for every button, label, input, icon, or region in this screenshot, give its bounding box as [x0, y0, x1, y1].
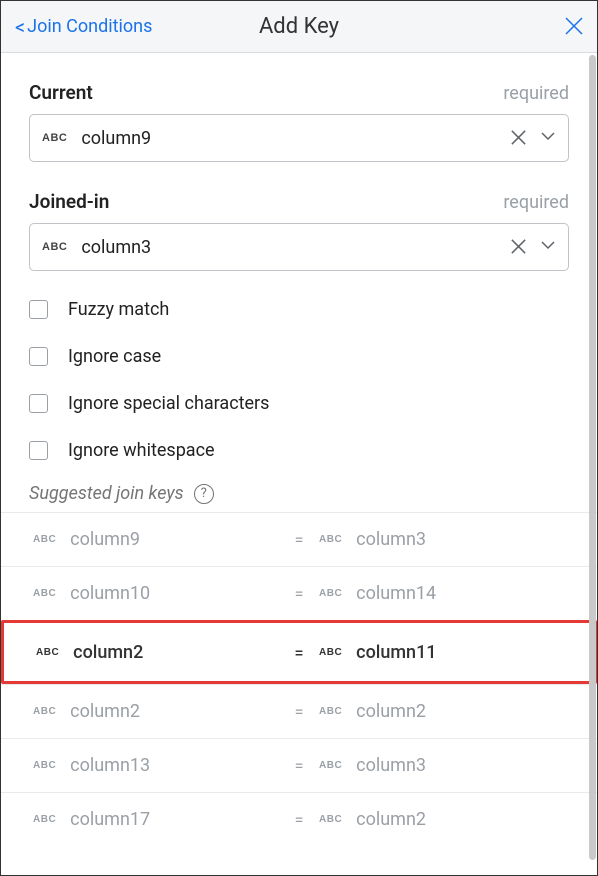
- scroll-area[interactable]: Current required ABC column9 Joined-in r…: [1, 53, 597, 875]
- abc-type-icon: ABC: [319, 588, 342, 599]
- checkbox-icon: [29, 347, 48, 366]
- suggestion-right: ABC column3: [319, 755, 565, 776]
- suggested-label: Suggested join keys: [29, 483, 184, 504]
- equals-icon: =: [279, 530, 319, 549]
- current-field-header: Current required: [29, 81, 569, 104]
- back-link[interactable]: < Join Conditions: [15, 16, 152, 37]
- joined-required: required: [503, 192, 569, 213]
- joined-select[interactable]: ABC column3: [29, 223, 569, 271]
- abc-type-icon: ABC: [319, 706, 342, 717]
- ignore-whitespace-label: Ignore whitespace: [68, 440, 215, 461]
- suggestion-right: ABC column2: [319, 809, 565, 830]
- scrollbar-thumb[interactable]: [589, 55, 596, 860]
- joined-value: column3: [81, 237, 511, 258]
- clear-current-button[interactable]: [511, 126, 526, 150]
- suggestion-right-column: column2: [356, 809, 426, 830]
- ignore-special-label: Ignore special characters: [68, 393, 269, 414]
- fuzzy-match-checkbox[interactable]: Fuzzy match: [29, 299, 569, 320]
- current-label: Current: [29, 81, 93, 104]
- checkbox-icon: [29, 441, 48, 460]
- suggestion-right-column: column3: [356, 529, 426, 550]
- suggestion-right-column: column11: [356, 642, 436, 663]
- abc-type-icon: ABC: [33, 534, 56, 545]
- suggestion-left: ABC column2: [36, 642, 279, 663]
- suggestion-row[interactable]: ABCcolumn13=ABCcolumn3: [1, 738, 597, 792]
- suggestion-left: ABC column17: [33, 809, 279, 830]
- suggestion-right-column: column14: [356, 583, 436, 604]
- abc-type-icon: ABC: [319, 814, 342, 825]
- suggestion-left-column: column2: [70, 701, 140, 722]
- fuzzy-match-label: Fuzzy match: [68, 299, 169, 320]
- abc-type-icon: ABC: [42, 241, 67, 253]
- equals-icon: =: [279, 584, 319, 603]
- dialog-title: Add Key: [259, 14, 339, 39]
- ignore-case-checkbox[interactable]: Ignore case: [29, 346, 569, 367]
- suggestion-list: ABCcolumn9=ABCcolumn3ABCcolumn10=ABCcolu…: [1, 512, 597, 846]
- abc-type-icon: ABC: [33, 760, 56, 771]
- form-content: Current required ABC column9 Joined-in r…: [1, 53, 597, 856]
- suggestion-left: ABC column10: [33, 583, 279, 604]
- current-value: column9: [81, 128, 511, 149]
- checkbox-icon: [29, 394, 48, 413]
- equals-icon: =: [279, 810, 319, 829]
- suggestion-left-column: column13: [70, 755, 150, 776]
- ignore-whitespace-checkbox[interactable]: Ignore whitespace: [29, 440, 569, 461]
- suggestion-right: ABC column11: [319, 642, 562, 663]
- suggestion-left-column: column9: [70, 529, 140, 550]
- suggested-header: Suggested join keys ?: [29, 483, 569, 504]
- suggestion-left: ABC column9: [33, 529, 279, 550]
- suggestion-left-column: column17: [70, 809, 150, 830]
- abc-type-icon: ABC: [319, 760, 342, 771]
- suggestion-left: ABC column13: [33, 755, 279, 776]
- dialog-header: < Join Conditions Add Key: [1, 1, 597, 53]
- abc-type-icon: ABC: [33, 588, 56, 599]
- chevron-left-icon: <: [15, 17, 25, 37]
- checkbox-icon: [29, 300, 48, 319]
- abc-type-icon: ABC: [319, 534, 342, 545]
- abc-type-icon: ABC: [319, 647, 342, 658]
- abc-type-icon: ABC: [42, 132, 67, 144]
- chevron-down-icon[interactable]: [540, 128, 556, 148]
- equals-icon: =: [279, 702, 319, 721]
- suggestion-right-column: column2: [356, 701, 426, 722]
- suggestion-row[interactable]: ABCcolumn9=ABCcolumn3: [1, 512, 597, 566]
- current-select[interactable]: ABC column9: [29, 114, 569, 162]
- abc-type-icon: ABC: [33, 706, 56, 717]
- suggestion-left-column: column2: [73, 642, 143, 663]
- suggestion-left: ABC column2: [33, 701, 279, 722]
- equals-icon: =: [279, 756, 319, 775]
- suggestion-right: ABC column2: [319, 701, 565, 722]
- current-required: required: [503, 83, 569, 104]
- suggestion-row[interactable]: ABCcolumn2=ABCcolumn11: [1, 620, 597, 684]
- back-link-label: Join Conditions: [27, 16, 152, 37]
- ignore-case-label: Ignore case: [68, 346, 161, 367]
- close-icon: [565, 17, 583, 35]
- suggestion-right: ABC column14: [319, 583, 565, 604]
- chevron-down-icon[interactable]: [540, 237, 556, 257]
- suggestion-row[interactable]: ABCcolumn10=ABCcolumn14: [1, 566, 597, 620]
- suggestion-row[interactable]: ABCcolumn2=ABCcolumn2: [1, 684, 597, 738]
- ignore-special-checkbox[interactable]: Ignore special characters: [29, 393, 569, 414]
- clear-joined-button[interactable]: [511, 235, 526, 259]
- suggestion-left-column: column10: [70, 583, 150, 604]
- close-button[interactable]: [565, 13, 583, 41]
- joined-label: Joined-in: [29, 190, 109, 213]
- joined-field-header: Joined-in required: [29, 190, 569, 213]
- close-icon: [511, 239, 526, 254]
- abc-type-icon: ABC: [36, 647, 59, 658]
- close-icon: [511, 130, 526, 145]
- abc-type-icon: ABC: [33, 814, 56, 825]
- suggestion-right: ABC column3: [319, 529, 565, 550]
- suggestion-right-column: column3: [356, 755, 426, 776]
- equals-icon: =: [279, 643, 319, 662]
- suggestion-row[interactable]: ABCcolumn17=ABCcolumn2: [1, 792, 597, 846]
- help-icon[interactable]: ?: [194, 484, 214, 504]
